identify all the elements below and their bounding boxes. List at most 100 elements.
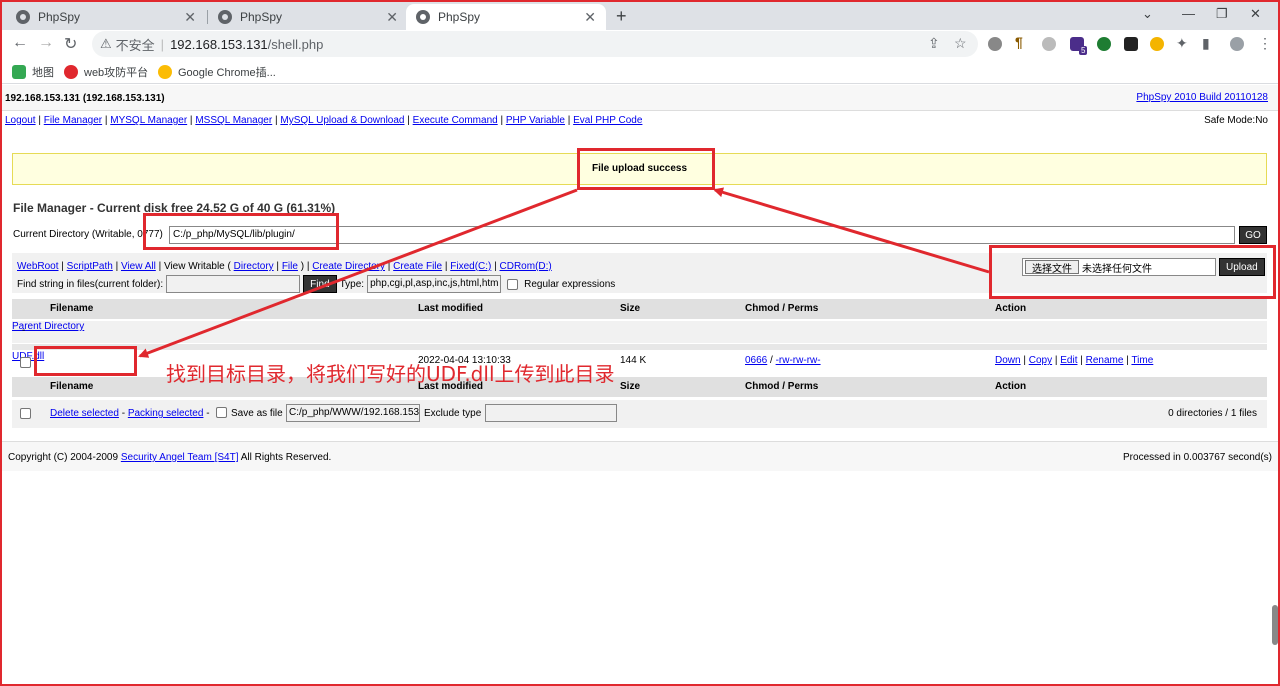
new-tab-icon[interactable]: + xyxy=(616,6,627,27)
col-last-modified: Last modified xyxy=(418,303,484,314)
bulk-links: Delete selected - Packing selected - xyxy=(50,408,210,419)
down-link[interactable]: Down xyxy=(995,355,1021,366)
scriptpath-link[interactable]: ScriptPath xyxy=(67,261,113,272)
annotation-note: 找到目标目录，将我们写好的UDF.dll上传到此目录 xyxy=(166,362,615,386)
col-size: Size xyxy=(620,303,641,314)
copy-link[interactable]: Copy xyxy=(1029,355,1052,366)
regex-label: Regular expressions xyxy=(524,278,616,290)
regex-checkbox[interactable] xyxy=(507,278,519,290)
extension-icon[interactable] xyxy=(1097,37,1111,51)
create-directory-link[interactable]: Create Directory xyxy=(312,261,385,272)
menu-icon[interactable]: ⋮ xyxy=(1258,35,1272,52)
bookmark-label: 地图 xyxy=(32,67,54,79)
puzzle-icon[interactable]: ✦ xyxy=(1176,35,1188,52)
file-picker[interactable]: 选择文件 未选择任何文件 xyxy=(1022,258,1216,276)
find-row: Find string in files(current folder): Fi… xyxy=(17,275,615,293)
processed-time: Processed in 0.003767 second(s) xyxy=(1123,452,1272,463)
col-perms: Chmod / Perms xyxy=(745,381,819,392)
col-perms: Chmod / Perms xyxy=(745,303,819,314)
upload-form: 选择文件 未选择任何文件 Upload xyxy=(1022,258,1265,276)
menu-file-manager[interactable]: File Manager xyxy=(44,115,102,126)
close-icon[interactable]: ✕ xyxy=(184,9,196,26)
pilcrow-icon[interactable]: ¶ xyxy=(1015,34,1023,50)
find-label: Find string in files(current folder): xyxy=(17,278,164,290)
select-all-checkbox[interactable] xyxy=(20,408,31,419)
tab-title: PhpSpy xyxy=(438,10,481,24)
col-action: Action xyxy=(995,381,1027,392)
team-link[interactable]: Security Angel Team [S4T] xyxy=(121,452,239,463)
bookmark-chrome[interactable]: Google Chrome插... xyxy=(158,64,276,80)
bh-icon xyxy=(64,65,78,79)
directory-link[interactable]: Directory xyxy=(234,261,274,272)
reload-icon[interactable]: ↻ xyxy=(64,34,77,54)
window-close-icon[interactable]: ✕ xyxy=(1250,6,1261,22)
choose-file-button[interactable]: 选择文件 xyxy=(1025,260,1079,275)
perms-link[interactable]: -rw-rw-rw- xyxy=(776,355,821,366)
col-filename: Filename xyxy=(50,381,94,392)
menu-mssql-manager[interactable]: MSSQL Manager xyxy=(195,115,272,126)
bookmark-web[interactable]: web攻防平台 xyxy=(64,64,148,80)
time-link[interactable]: Time xyxy=(1131,355,1153,366)
webroot-link[interactable]: WebRoot xyxy=(17,261,59,272)
share-icon[interactable]: ⇪ xyxy=(928,35,940,52)
chmod-link[interactable]: 0666 xyxy=(745,355,767,366)
browser-toolbar: ← → ↻ ⚠ 不安全 | 192.168.153.131 /shell.php… xyxy=(2,30,1278,58)
file-size: 144 K xyxy=(620,355,647,366)
profile-avatar[interactable] xyxy=(1230,37,1244,51)
dir-file-summary: 0 directories / 1 files xyxy=(1168,408,1257,419)
menu-execute-command[interactable]: Execute Command xyxy=(413,115,498,126)
tab-2[interactable]: PhpSpy ✕ xyxy=(208,4,408,30)
version-link[interactable]: PhpSpy 2010 Build 20110128 xyxy=(1136,92,1268,103)
edit-link[interactable]: Edit xyxy=(1060,355,1077,366)
sidepanel-icon[interactable]: ▮ xyxy=(1202,35,1210,52)
file-link[interactable]: File xyxy=(282,261,298,272)
find-button[interactable]: Find xyxy=(303,275,337,293)
extension-icon[interactable] xyxy=(1150,37,1164,51)
chrome-icon xyxy=(158,65,172,79)
menu-eval-php[interactable]: Eval PHP Code xyxy=(573,115,642,126)
close-icon[interactable]: ✕ xyxy=(584,9,596,26)
minimize-icon[interactable]: — xyxy=(1182,6,1195,21)
maximize-icon[interactable]: ❐ xyxy=(1216,6,1228,22)
exclude-type-input[interactable] xyxy=(485,404,617,422)
col-size: Size xyxy=(620,381,641,392)
find-input[interactable] xyxy=(166,275,301,293)
menu-mysql-upload[interactable]: MySQL Upload & Download xyxy=(280,115,404,126)
menu-logout[interactable]: Logout xyxy=(5,115,36,126)
tab-3-active[interactable]: PhpSpy ✕ xyxy=(406,4,606,30)
delete-selected-link[interactable]: Delete selected xyxy=(50,408,119,419)
exclude-type-label: Exclude type xyxy=(424,408,482,419)
bookmark-map[interactable]: 地图 xyxy=(12,64,54,80)
file-perms: 0666 / -rw-rw-rw- xyxy=(745,355,821,366)
save-as-checkbox[interactable] xyxy=(216,407,227,418)
scrollbar-thumb[interactable] xyxy=(1272,605,1278,645)
menu-php-variable[interactable]: PHP Variable xyxy=(506,115,565,126)
fixed-drive-link[interactable]: Fixed(C:) xyxy=(450,261,491,272)
extension-icon[interactable] xyxy=(988,37,1002,51)
create-file-link[interactable]: Create File xyxy=(393,261,442,272)
cdrom-link[interactable]: CDRom(D:) xyxy=(500,261,552,272)
bookmark-label: web攻防平台 xyxy=(84,67,149,79)
row-checkbox[interactable] xyxy=(20,357,31,368)
file-manager-title: File Manager - Current disk free 24.52 G… xyxy=(13,201,336,215)
viewall-link[interactable]: View All xyxy=(121,261,156,272)
save-as-input[interactable]: C:/p_php/WWW/192.168.153. xyxy=(286,404,420,422)
tab-1[interactable]: PhpSpy ✕ xyxy=(6,4,206,30)
tab-bar: PhpSpy ✕ PhpSpy ✕ PhpSpy ✕ + ⌄ — ❐ ✕ xyxy=(2,2,1278,30)
chevron-down-icon[interactable]: ⌄ xyxy=(1142,6,1153,22)
rename-link[interactable]: Rename xyxy=(1086,355,1124,366)
no-file-label: 未选择任何文件 xyxy=(1082,263,1152,275)
address-bar[interactable]: ⚠ 不安全 | 192.168.153.131 /shell.php xyxy=(92,31,978,57)
star-icon[interactable]: ☆ xyxy=(954,35,967,52)
upload-button[interactable]: Upload xyxy=(1219,258,1265,276)
go-button[interactable]: GO xyxy=(1239,226,1267,244)
packing-selected-link[interactable]: Packing selected xyxy=(128,408,204,419)
close-icon[interactable]: ✕ xyxy=(386,9,398,26)
menu-mysql-manager[interactable]: MYSQL Manager xyxy=(110,115,187,126)
back-icon[interactable]: ← xyxy=(12,34,28,52)
forward-icon[interactable]: → xyxy=(38,34,54,52)
type-input[interactable]: php,cgi,pl,asp,inc,js,html,htm xyxy=(367,275,502,293)
extension-icon[interactable] xyxy=(1042,37,1056,51)
current-dir-input[interactable]: C:/p_php/MySQL/lib/plugin/ xyxy=(169,226,1235,244)
extension-icon[interactable] xyxy=(1124,37,1138,51)
